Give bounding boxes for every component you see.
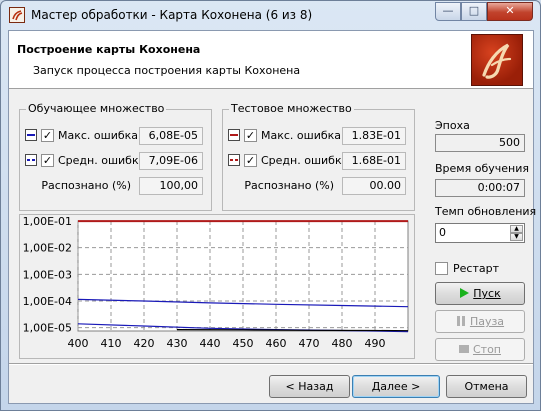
test-set-title: Тестовое множество: [229, 102, 354, 115]
test-avg-error-label: Средн. ошибка: [261, 154, 349, 167]
restart-checkbox[interactable]: [435, 262, 448, 275]
pause-button-label: Пауза: [469, 315, 505, 328]
test-max-error-checkbox[interactable]: ✓: [244, 129, 257, 142]
pause-icon: [456, 312, 466, 333]
footer-separator: [9, 363, 533, 365]
training-recognized-label: Распознано (%): [41, 179, 131, 192]
training-max-error-checkbox[interactable]: ✓: [41, 129, 54, 142]
stop-button[interactable]: Стоп: [435, 338, 525, 361]
stop-icon: [458, 340, 469, 361]
spin-up-icon[interactable]: ▲: [510, 225, 523, 233]
training-max-error-swatch[interactable]: [25, 129, 37, 141]
training-max-error-value: 6,08E-05: [139, 127, 203, 145]
test-max-error-value: 1.83E-01: [342, 127, 406, 145]
training-set-title: Обучающее множество: [26, 102, 167, 115]
y-tick-label: 1,00E-02: [23, 242, 72, 255]
play-icon: [459, 284, 470, 305]
test-recognized-row: Распознано (%) 00.00: [223, 177, 414, 195]
test-avg-error-value: 1.68E-01: [342, 152, 406, 170]
y-tick-label: 1,00E-05: [23, 322, 72, 335]
test-avg-error-row: ✓ Средн. ошибка 1.68E-01: [223, 152, 414, 170]
x-tick-label: 420: [134, 337, 155, 350]
training-max-error-label: Макс. ошибка: [58, 129, 139, 142]
test-set-group: Тестовое множество ✓ Макс. ошибка 1.83E-…: [222, 102, 415, 211]
next-button[interactable]: Далее >: [352, 375, 440, 398]
epoch-label: Эпоха: [435, 119, 470, 132]
app-icon: [9, 7, 25, 23]
training-time-label: Время обучения: [435, 162, 529, 175]
y-tick-label: 1,00E-01: [23, 215, 72, 228]
cancel-button[interactable]: Отмена: [446, 375, 527, 398]
test-max-error-row: ✓ Макс. ошибка 1.83E-01: [223, 127, 414, 145]
title-bar[interactable]: Мастер обработки - Карта Кохонена (6 из …: [1, 1, 540, 29]
x-tick-label: 400: [68, 337, 89, 350]
error-chart-svg: 1,00E-01 1,00E-02 1,00E-03 1,00E-04 1,00E-05…: [23, 215, 409, 350]
maximize-button[interactable]: □: [461, 2, 487, 21]
training-recognized-value: 100,00: [139, 177, 203, 195]
spin-down-icon[interactable]: ▼: [510, 233, 523, 241]
minimize-button[interactable]: —: [435, 2, 461, 21]
x-tick-label: 430: [167, 337, 188, 350]
start-button[interactable]: Пуск: [435, 282, 525, 305]
spinner-arrows[interactable]: ▲ ▼: [510, 225, 523, 241]
update-rate-label: Темп обновления: [435, 205, 537, 218]
x-tick-label: 460: [266, 337, 287, 350]
pause-button[interactable]: Пауза: [435, 310, 525, 333]
test-avg-error-checkbox[interactable]: ✓: [244, 154, 257, 167]
training-avg-error-checkbox[interactable]: ✓: [41, 154, 54, 167]
training-avg-error-value: 7,09E-06: [139, 152, 203, 170]
wizard-client-area: Построение карты Кохонена Запуск процесс…: [8, 30, 537, 404]
training-avg-error-label: Средн. ошибка: [58, 154, 146, 167]
x-tick-label: 440: [200, 337, 221, 350]
test-recognized-value: 00.00: [342, 177, 406, 195]
update-rate-value[interactable]: 0: [439, 226, 446, 239]
test-recognized-label: Распознано (%): [244, 179, 334, 192]
stop-button-label: Стоп: [472, 343, 501, 356]
chart-y-ticks: 1,00E-01 1,00E-02 1,00E-03 1,00E-04 1,00E-05: [23, 215, 72, 335]
wizard-window: Мастер обработки - Карта Кохонена (6 из …: [0, 0, 541, 411]
x-tick-label: 490: [365, 337, 386, 350]
x-tick-label: 470: [299, 337, 320, 350]
test-avg-error-swatch[interactable]: [228, 154, 240, 166]
restart-label: Рестарт: [453, 262, 499, 275]
x-tick-label: 480: [332, 337, 353, 350]
update-rate-spinner[interactable]: 0 ▲ ▼: [435, 223, 525, 243]
x-tick-label: 410: [101, 337, 122, 350]
training-avg-error-swatch[interactable]: [25, 154, 37, 166]
training-time-value: 0:00:07: [435, 179, 525, 197]
back-button[interactable]: < Назад: [269, 375, 350, 398]
y-tick-label: 1,00E-03: [23, 268, 72, 281]
test-max-error-label: Макс. ошибка: [261, 129, 342, 142]
training-avg-error-row: ✓ Средн. ошибка 7,09E-06: [20, 152, 211, 170]
wizard-header: Построение карты Кохонена Запуск процесс…: [9, 31, 533, 89]
training-max-error-row: ✓ Макс. ошибка 6,08E-05: [20, 127, 211, 145]
training-recognized-row: Распознано (%) 100,00: [20, 177, 211, 195]
start-button-label: Пуск: [473, 287, 501, 300]
epoch-value: 500: [435, 134, 525, 152]
page-title: Построение карты Кохонена: [17, 43, 201, 56]
deductor-logo-icon: [471, 34, 523, 86]
x-tick-label: 450: [233, 337, 254, 350]
error-chart: 1,00E-01 1,00E-02 1,00E-03 1,00E-04 1,00E-05…: [19, 214, 415, 359]
chart-x-ticks: 400 410 420 430 440 450 460 470 480 490: [68, 337, 386, 350]
y-tick-label: 1,00E-04: [23, 295, 72, 308]
window-title: Мастер обработки - Карта Кохонена (6 из …: [31, 8, 313, 22]
training-set-group: Обучающее множество ✓ Макс. ошибка 6,08E…: [19, 102, 212, 211]
test-max-error-swatch[interactable]: [228, 129, 240, 141]
page-subtitle: Запуск процесса построения карты Кохонен…: [33, 64, 301, 77]
close-button[interactable]: ✕: [487, 2, 533, 21]
